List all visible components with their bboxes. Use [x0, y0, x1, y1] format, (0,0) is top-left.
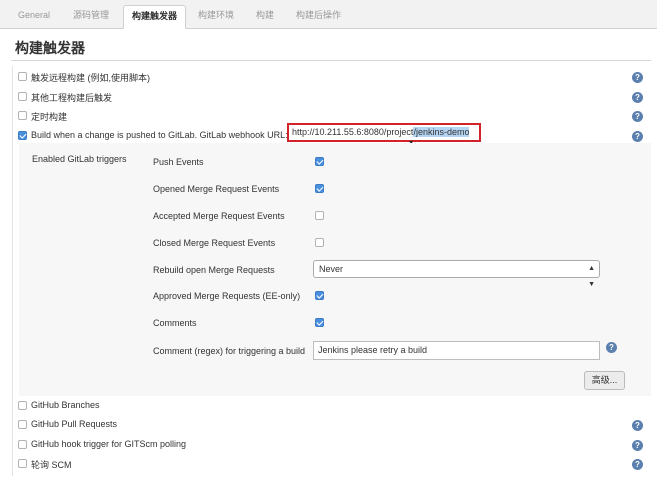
- url-prefix: http://10.211.55.6:8080/project: [292, 127, 414, 137]
- github-hook-label: GitHub hook trigger for GITScm polling: [31, 439, 187, 449]
- scheduled-build-checkbox[interactable]: [18, 111, 27, 120]
- comments-checkbox[interactable]: [315, 318, 324, 327]
- approved-mr-label: Approved Merge Requests (EE-only): [153, 291, 301, 301]
- tab-bar: General 源码管理 构建触发器 构建环境 构建 构建后操作: [0, 0, 657, 29]
- poll-scm-label: 轮询 SCM: [31, 460, 72, 470]
- enabled-gitlab-triggers-label: Enabled GitLab triggers: [32, 154, 127, 164]
- github-pr-label: GitHub Pull Requests: [31, 419, 118, 429]
- help-icon[interactable]: ?: [632, 111, 643, 122]
- github-pr-checkbox[interactable]: [18, 420, 27, 429]
- rebuild-open-mr-label: Rebuild open Merge Requests: [153, 265, 275, 275]
- remote-trigger-checkbox[interactable]: [18, 72, 27, 81]
- advanced-button[interactable]: 高级...: [584, 371, 625, 390]
- help-icon[interactable]: ?: [632, 440, 643, 451]
- github-branches-checkbox[interactable]: [18, 401, 27, 410]
- github-hook-checkbox[interactable]: [18, 440, 27, 449]
- gitlab-webhook-url[interactable]: http://10.211.55.6:8080/project/jenkins-…: [287, 123, 481, 142]
- tab-general[interactable]: General: [10, 5, 58, 28]
- opened-mr-label: Opened Merge Request Events: [153, 184, 280, 194]
- approved-mr-checkbox[interactable]: [315, 291, 324, 300]
- help-icon[interactable]: ?: [632, 72, 643, 83]
- tab-build-triggers[interactable]: 构建触发器: [123, 5, 187, 29]
- push-events-label: Push Events: [153, 157, 204, 167]
- tab-build[interactable]: 构建: [248, 5, 282, 28]
- chevron-updown-icon: ▲ ▼: [588, 265, 595, 288]
- after-other-label: 其他工程构建后触发: [31, 93, 113, 103]
- remote-trigger-label: 触发远程构建 (例如,使用脚本): [31, 73, 150, 83]
- help-icon[interactable]: ?: [632, 459, 643, 470]
- gitlab-trigger-checkbox[interactable]: [18, 131, 27, 140]
- tab-source-control[interactable]: 源码管理: [65, 5, 117, 28]
- section-divider: [11, 60, 651, 61]
- help-icon[interactable]: ?: [632, 131, 643, 142]
- url-selected-text: /jenkins-demo: [413, 127, 470, 137]
- opened-mr-checkbox[interactable]: [315, 184, 324, 193]
- help-icon[interactable]: ?: [632, 420, 643, 431]
- help-icon[interactable]: ?: [606, 342, 617, 353]
- rebuild-open-mr-select[interactable]: Never ▲ ▼: [313, 260, 600, 288]
- push-events-checkbox[interactable]: [315, 157, 324, 166]
- comment-regex-label: Comment (regex) for triggering a build: [153, 346, 306, 356]
- section-title: 构建触发器: [15, 40, 85, 56]
- help-icon[interactable]: ?: [632, 92, 643, 103]
- poll-scm-checkbox[interactable]: [18, 459, 27, 468]
- comments-label: Comments: [153, 318, 197, 328]
- rebuild-open-mr-value: Never: [319, 264, 344, 274]
- accepted-mr-checkbox[interactable]: [315, 211, 324, 220]
- gitlab-trigger-label: Build when a change is pushed to GitLab.…: [31, 130, 288, 140]
- tab-post-build[interactable]: 构建后操作: [288, 5, 349, 28]
- scheduled-build-label: 定时构建: [31, 112, 68, 122]
- comment-regex-input[interactable]: Jenkins please retry a build: [313, 341, 600, 360]
- tab-build-environment[interactable]: 构建环境: [190, 5, 242, 28]
- closed-mr-label: Closed Merge Request Events: [153, 238, 276, 248]
- accepted-mr-label: Accepted Merge Request Events: [153, 211, 285, 221]
- section-left-border: [12, 66, 13, 476]
- github-branches-label: GitHub Branches: [31, 400, 100, 410]
- after-other-checkbox[interactable]: [18, 92, 27, 101]
- closed-mr-checkbox[interactable]: [315, 238, 324, 247]
